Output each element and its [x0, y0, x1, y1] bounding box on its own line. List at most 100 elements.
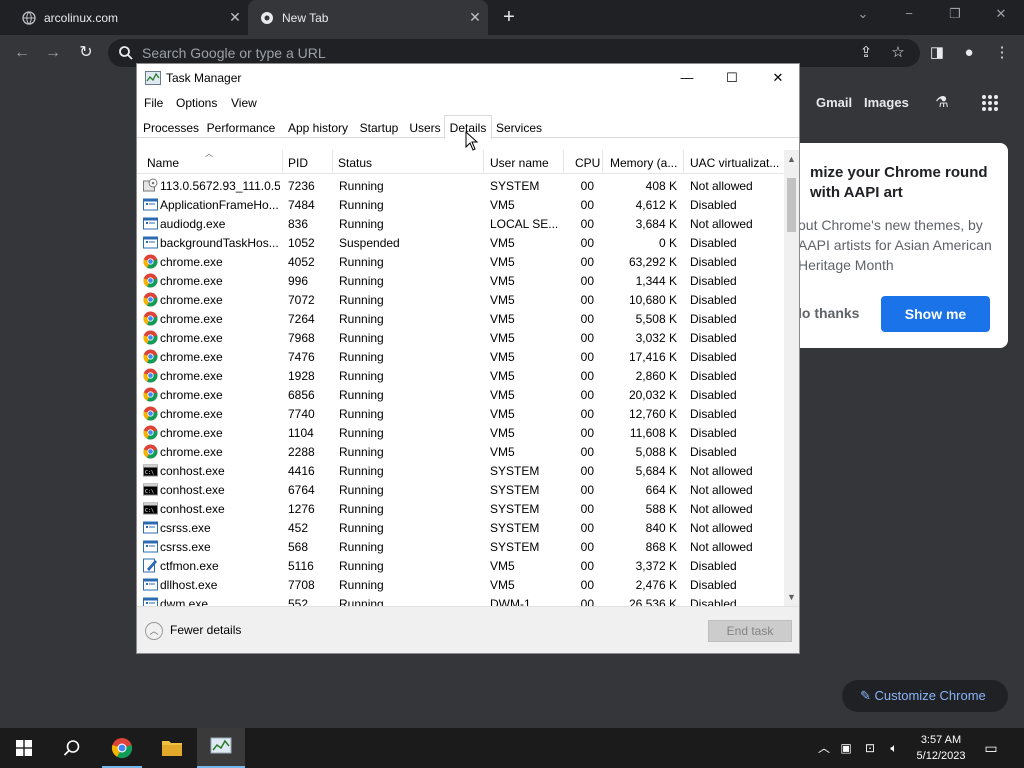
cell-user: VM5 [490, 350, 515, 364]
cell-memory: 2,476 K [635, 578, 677, 592]
table-row[interactable]: ctfmon.exe 5116 Running VM5 00 3,372 K Disable… [137, 556, 783, 575]
table-row[interactable]: chrome.exe 7968 Running VM5 00 3,032 K Disable… [137, 328, 783, 347]
menu-options[interactable]: Options [176, 96, 217, 110]
browser-tab-arcolinux[interactable]: arcolinux.com ✕ [8, 0, 248, 35]
tab-startup[interactable]: Startup [357, 118, 401, 138]
network-icon[interactable]: ⊡ [862, 740, 878, 756]
taskbar-task-manager[interactable] [197, 728, 245, 768]
taskbar-chrome[interactable] [98, 728, 146, 768]
show-hidden-icons-icon[interactable]: ︿ [816, 740, 832, 756]
table-row[interactable]: chrome.exe 7072 Running VM5 00 10,680 K Disabl… [137, 290, 783, 309]
apps-grid-icon[interactable] [981, 94, 999, 112]
window-minimize-button[interactable]: − [897, 6, 921, 26]
table-row[interactable]: csrss.exe 452 Running SYSTEM 00 840 K Not allo… [137, 518, 783, 537]
customize-label: Customize Chrome [874, 688, 986, 703]
gmail-link[interactable]: Gmail [816, 95, 852, 110]
column-header-pid[interactable]: PID [283, 150, 333, 174]
share-icon[interactable]: ⇪ [856, 43, 876, 63]
back-icon[interactable]: ← [12, 43, 32, 63]
menu-file[interactable]: File [144, 96, 163, 110]
images-link[interactable]: Images [864, 95, 909, 110]
task-manager-titlebar[interactable]: Task Manager — ☐ ✕ [137, 64, 799, 92]
menu-view[interactable]: View [231, 96, 257, 110]
cell-cpu: 00 [580, 597, 594, 606]
tab-services[interactable]: Services [495, 118, 543, 138]
table-row[interactable]: chrome.exe 4052 Running VM5 00 63,292 K Disabl… [137, 252, 783, 271]
scroll-down-icon[interactable]: ▼ [784, 590, 799, 604]
column-header-memory[interactable]: Memory (a... [603, 150, 684, 174]
labs-flask-icon[interactable]: ⚗ [932, 93, 952, 113]
scrollbar-thumb[interactable] [787, 178, 796, 232]
close-button[interactable]: ✕ [755, 64, 801, 92]
customize-chrome-button[interactable]: ✎ Customize Chrome [842, 680, 1008, 712]
table-row[interactable]: dllhost.exe 7708 Running VM5 00 2,476 K Disabl… [137, 575, 783, 594]
window-close-button[interactable]: ✕ [989, 6, 1013, 26]
cell-user: VM5 [490, 312, 515, 326]
tab-processes[interactable]: Processes [141, 118, 201, 138]
notifications-icon[interactable]: ▭ [983, 740, 999, 756]
table-row[interactable]: C:\ conhost.exe 4416 Running SYSTEM 00 5,684 K… [137, 461, 783, 480]
browser-tab-new-tab[interactable]: New Tab ✕ [248, 0, 488, 35]
cell-name: chrome.exe [160, 369, 223, 383]
reload-icon[interactable]: ↻ [76, 43, 96, 63]
table-row[interactable]: chrome.exe 1928 Running VM5 00 2,860 K Disable… [137, 366, 783, 385]
table-row[interactable]: chrome.exe 1104 Running VM5 00 11,608 K Disabl… [137, 423, 783, 442]
table-row[interactable]: audiodg.exe 836 Running LOCAL SE... 00 3,684 … [137, 214, 783, 233]
column-header-cpu[interactable]: CPU [564, 150, 603, 174]
table-row[interactable]: C:\ conhost.exe 6764 Running SYSTEM 00 664 K No… [137, 480, 783, 499]
tab-users[interactable]: Users [407, 118, 443, 138]
volume-icon[interactable]: 🔈︎ [886, 740, 902, 756]
table-row[interactable]: chrome.exe 6856 Running VM5 00 20,032 K Disabl… [137, 385, 783, 404]
scroll-up-icon[interactable]: ▲ [784, 152, 799, 166]
column-header-status[interactable]: Status [333, 150, 484, 174]
maximize-button[interactable]: ☐ [709, 64, 755, 92]
table-row[interactable]: C:\ conhost.exe 1276 Running SYSTEM 00 588 K No… [137, 499, 783, 518]
close-tab-icon[interactable]: ✕ [228, 10, 242, 24]
table-row[interactable]: chrome.exe 7740 Running VM5 00 12,760 K Disabl… [137, 404, 783, 423]
cell-pid: 4052 [288, 255, 315, 269]
vertical-scrollbar[interactable]: ▲ ▼ [784, 150, 799, 606]
tab-search-icon[interactable]: ⌄ [851, 6, 875, 26]
taskbar-file-explorer[interactable] [148, 728, 196, 768]
minimize-button[interactable]: — [664, 64, 710, 92]
table-row[interactable]: chrome.exe 996 Running VM5 00 1,344 K Disabled [137, 271, 783, 290]
table-row[interactable]: chrome.exe 7476 Running VM5 00 17,416 K Disabl… [137, 347, 783, 366]
fewer-details-button[interactable]: ︿ Fewer details [145, 622, 241, 642]
table-row[interactable]: ApplicationFrameHo... 7484 Running VM5 00 4,6… [137, 195, 783, 214]
cell-user: VM5 [490, 198, 515, 212]
start-button[interactable] [0, 728, 48, 768]
window-restore-button[interactable]: ❐ [943, 6, 967, 26]
table-row[interactable]: dwm.exe 552 Running DWM-1 00 26,536 K Disabled [137, 594, 783, 606]
clock[interactable]: 3:57 AM 5/12/2023 [910, 732, 972, 764]
table-row[interactable]: chrome.exe 7264 Running VM5 00 5,508 K Disable… [137, 309, 783, 328]
profile-icon[interactable]: ● [959, 43, 979, 63]
column-header-user-name[interactable]: User name [484, 150, 564, 174]
table-row[interactable]: 113.0.5672.93_111.0.5... 7236 Running SYSTE… [137, 176, 783, 195]
taskbar-search-button[interactable] [48, 728, 96, 768]
tablet-icon[interactable]: ▣ [838, 740, 854, 756]
cell-cpu: 00 [580, 331, 594, 345]
new-tab-button[interactable]: + [500, 7, 518, 27]
side-panel-icon[interactable]: ◨ [927, 43, 947, 63]
bookmark-star-icon[interactable]: ☆ [888, 43, 908, 63]
forward-icon[interactable]: → [43, 43, 63, 63]
table-row[interactable]: chrome.exe 2288 Running VM5 00 5,088 K Disable… [137, 442, 783, 461]
fewer-details-label: Fewer details [170, 623, 242, 638]
cell-name: conhost.exe [160, 483, 225, 497]
cell-status: Running [339, 198, 384, 212]
table-row[interactable]: backgroundTaskHos... 1052 Suspended VM5 00 0 … [137, 233, 783, 252]
end-task-button[interactable]: End task [708, 620, 792, 642]
cell-status: Running [339, 559, 384, 573]
tab-app-history[interactable]: App history [283, 118, 353, 138]
cell-cpu: 00 [580, 407, 594, 421]
tab-performance[interactable]: Performance [203, 118, 279, 138]
table-row[interactable]: csrss.exe 568 Running SYSTEM 00 868 K Not allo… [137, 537, 783, 556]
cell-user: VM5 [490, 331, 515, 345]
menu-icon[interactable]: ⋮ [992, 43, 1012, 63]
column-header-name[interactable]: ︿ Name [137, 150, 283, 174]
no-thanks-button[interactable]: lo thanks [798, 305, 859, 321]
show-me-button[interactable]: Show me [881, 296, 990, 332]
close-tab-icon[interactable]: ✕ [468, 10, 482, 24]
column-header-uac[interactable]: UAC virtualizat... [684, 150, 783, 174]
cell-user: VM5 [490, 445, 515, 459]
